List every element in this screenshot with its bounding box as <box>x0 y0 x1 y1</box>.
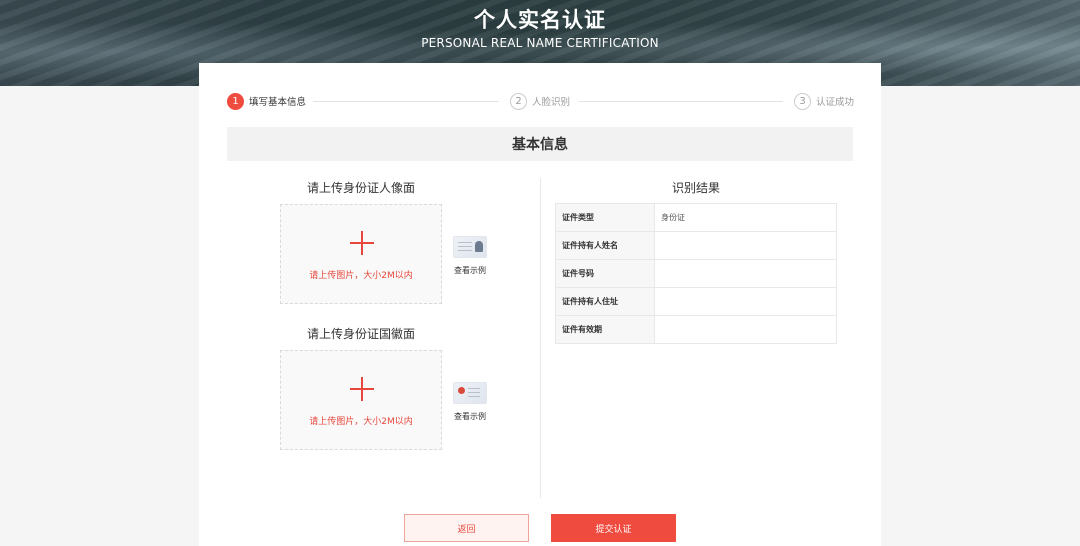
table-row: 证件号码 <box>555 259 837 288</box>
section-title: 基本信息 <box>227 127 853 161</box>
view-sample-back[interactable]: 查看示例 <box>450 382 490 422</box>
table-row: 证件有效期 <box>555 315 837 344</box>
result-value: 身份证 <box>654 203 837 232</box>
result-label: 证件类型 <box>555 203 655 232</box>
page-subtitle: PERSONAL REAL NAME CERTIFICATION <box>421 36 659 50</box>
step-2-number: 2 <box>510 92 527 110</box>
step-3-number: 3 <box>794 92 811 110</box>
step-2: 2 人脸识别 <box>510 91 570 111</box>
upload-front-dropzone[interactable]: 请上传图片，大小2M以内 <box>280 204 442 304</box>
result-table: 证件类型 身份证 证件持有人姓名 证件号码 证件持有人住址 证件有效期 <box>555 203 837 344</box>
table-row: 证件持有人姓名 <box>555 231 837 260</box>
submit-button[interactable]: 提交认证 <box>551 514 676 542</box>
view-sample-back-label: 查看示例 <box>454 412 486 421</box>
upload-front-hint: 请上传图片，大小2M以内 <box>309 271 413 281</box>
step-2-label: 人脸识别 <box>532 97 571 108</box>
result-label: 证件号码 <box>555 259 655 288</box>
upload-back-dropzone[interactable]: 请上传图片，大小2M以内 <box>280 350 442 450</box>
step-connector <box>579 101 783 102</box>
result-title: 识别结果 <box>671 181 720 195</box>
step-1-label: 填写基本信息 <box>249 97 307 108</box>
id-card-back-icon <box>453 382 487 404</box>
page-title: 个人实名认证 <box>474 8 606 32</box>
upload-back-hint: 请上传图片，大小2M以内 <box>309 417 413 427</box>
result-value <box>654 315 837 344</box>
result-value <box>654 287 837 316</box>
step-connector <box>313 101 499 102</box>
step-3: 3 认证成功 <box>794 91 854 111</box>
plus-icon <box>350 377 374 401</box>
table-row: 证件类型 身份证 <box>555 203 837 232</box>
table-row: 证件持有人住址 <box>555 287 837 316</box>
step-3-label: 认证成功 <box>816 97 855 108</box>
id-card-front-icon <box>453 236 487 258</box>
view-sample-front-label: 查看示例 <box>454 266 486 275</box>
result-value <box>654 259 837 288</box>
step-1-number: 1 <box>227 92 244 110</box>
certification-form-card: 1 填写基本信息 2 人脸识别 3 认证成功 基本信息 请上传身份证人像面 请上… <box>199 63 881 546</box>
result-label: 证件有效期 <box>555 315 655 344</box>
upload-back-title: 请上传身份证国徽面 <box>306 327 415 341</box>
result-value <box>654 231 837 260</box>
upload-front-title: 请上传身份证人像面 <box>306 181 415 195</box>
plus-icon <box>350 231 374 255</box>
result-label: 证件持有人住址 <box>555 287 655 316</box>
view-sample-front[interactable]: 查看示例 <box>450 236 490 276</box>
column-divider <box>540 178 541 498</box>
result-label: 证件持有人姓名 <box>555 231 655 260</box>
back-button[interactable]: 返回 <box>404 514 529 542</box>
step-1: 1 填写基本信息 <box>227 91 306 111</box>
